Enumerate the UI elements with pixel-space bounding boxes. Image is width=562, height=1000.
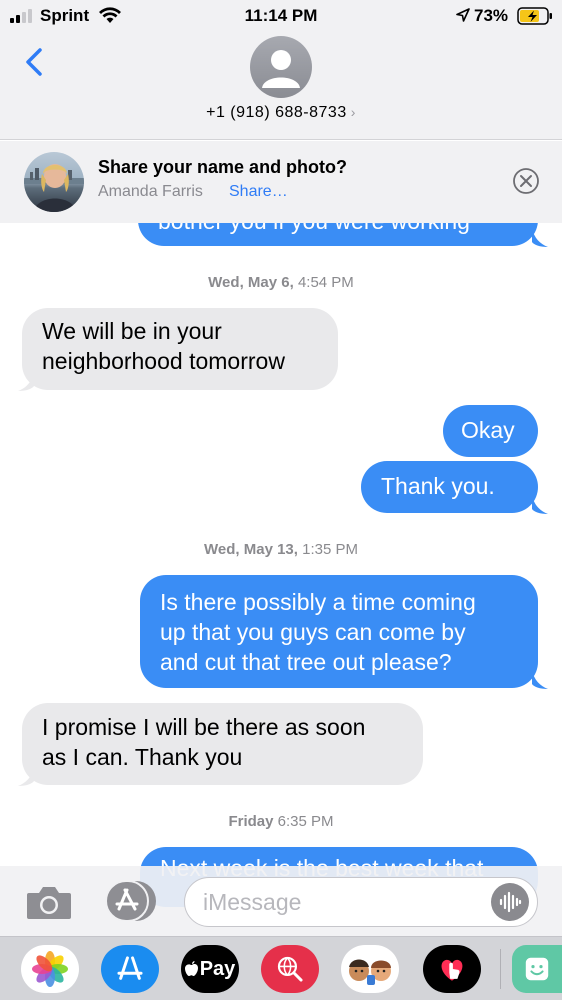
apple-pay-label: Pay [199,957,236,980]
bubble-tail [532,495,548,514]
message-text: Is there possibly a time coming [160,589,476,615]
conversation-header: +1 (918) 688-8733 › [0,34,562,140]
message-bubble-incoming[interactable]: We will be in your neighborhood tomorrow [22,308,338,390]
message-text: Thank you. [381,473,495,499]
apple-pay-icon[interactable]: Pay [181,945,239,993]
audio-message-button[interactable] [491,883,529,921]
profile-photo-art [24,164,84,212]
digital-touch-icon[interactable] [423,945,481,993]
camera-icon[interactable] [25,883,73,921]
message-text: as I can. Thank you [42,744,243,770]
message-text: up that you guys can come by [160,619,466,645]
profile-photo [24,152,84,212]
message-text: and cut that tree out please? [160,649,452,675]
timestamp: Wed, May 6, 4:54 PM [208,274,354,291]
message-text: neighborhood tomorrow [42,348,285,374]
waveform-icon [499,891,522,913]
status-bar: Sprint 11:14 PM 73% [0,0,562,34]
apple-logo-icon [184,961,198,976]
drawer-divider [500,949,501,989]
banner-user-name: Amanda Farris [98,183,203,200]
person-icon [262,50,300,88]
imessage-input[interactable] [184,877,538,927]
battery-icon [517,7,552,25]
message-bubble-incoming[interactable]: I promise I will be there as soon as I c… [22,703,423,785]
bubble-tail [18,372,34,391]
message-bubble-outgoing[interactable]: Thank you. [361,461,538,513]
battery-percent: 73% [474,6,509,25]
contact-details-link[interactable]: +1 (918) 688-8733 › [0,104,562,122]
location-icon [456,8,470,22]
bubble-tail [18,767,34,786]
bubble-tail [532,670,548,689]
message-text: Okay [461,417,515,443]
message-text: I promise I will be there as soon [42,714,366,740]
bubble-tail [532,228,548,247]
banner-title: Share your name and photo? [98,157,348,177]
app-store-glyph [117,956,143,980]
sticker-face-glyph [525,957,549,981]
contact-phone-number: +1 (918) 688-8733 [206,104,347,121]
memoji-icon[interactable] [341,945,399,993]
app-store-icon[interactable] [104,881,158,921]
globe-search-glyph [277,956,303,982]
share-name-photo-banner: Share your name and photo? Amanda Farris… [0,141,562,223]
close-circle-icon[interactable] [512,167,540,195]
web-search-icon[interactable] [261,945,319,993]
heart-touch-glyph [441,959,463,981]
back-button[interactable] [20,42,50,82]
message-bubble-outgoing[interactable]: Is there possibly a time coming up that … [140,575,538,688]
chevron-right-icon: › [350,104,356,120]
app-store-icon[interactable] [101,945,159,993]
message-bubble-outgoing[interactable]: Okay [443,405,538,457]
share-link[interactable]: Share… [229,183,288,201]
sticker-app-icon[interactable] [512,945,562,993]
contact-avatar[interactable] [250,36,312,98]
compose-bar [0,866,562,936]
app-drawer: Pay [0,936,562,1000]
memoji-faces [349,959,391,985]
message-text: We will be in your [42,318,222,344]
timestamp: Friday 6:35 PM [228,813,334,830]
photos-flower [32,951,68,987]
photos-icon[interactable] [21,945,79,993]
timestamp: Wed, May 13, 1:35 PM [204,541,358,558]
